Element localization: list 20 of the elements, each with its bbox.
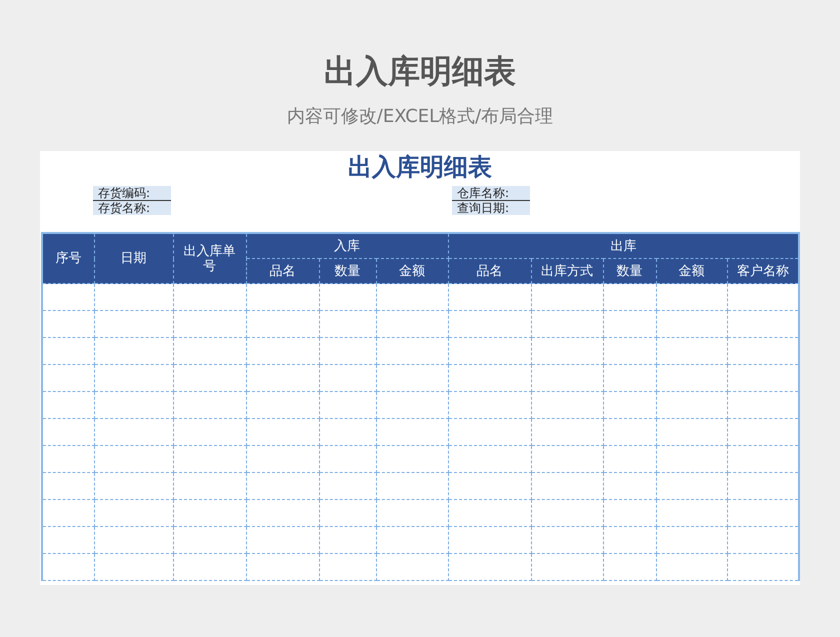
column-header-cell: 日期 [94, 233, 173, 284]
page-subtitle: 内容可修改/EXCEL格式/布局合理 [286, 105, 554, 129]
column-header-cell: 出库方式 [531, 258, 603, 284]
column-header-cell: 品名 [448, 258, 531, 284]
info-label: 存货名称: [93, 201, 171, 215]
column-header-cell: 品名 [246, 258, 319, 284]
group-header-cell: 出库 [448, 233, 799, 258]
column-header-cell: 序号 [42, 233, 94, 284]
column-header-cell: 金额 [376, 258, 448, 284]
info-label: 仓库名称: [452, 186, 530, 201]
info-label: 存货编码: [93, 186, 171, 201]
sheet-title: 出入库明细表 [347, 152, 493, 182]
info-label: 查询日期: [452, 201, 530, 215]
column-header-cell: 金额 [656, 258, 727, 284]
column-header-cell: 数量 [319, 258, 376, 284]
column-header-cell: 出入库单号 [173, 233, 246, 284]
group-header-cell: 入库 [246, 233, 448, 258]
page-heading: 出入库明细表 [324, 51, 516, 92]
column-header-cell: 数量 [603, 258, 656, 284]
column-header-cell: 客户名称 [727, 258, 799, 284]
